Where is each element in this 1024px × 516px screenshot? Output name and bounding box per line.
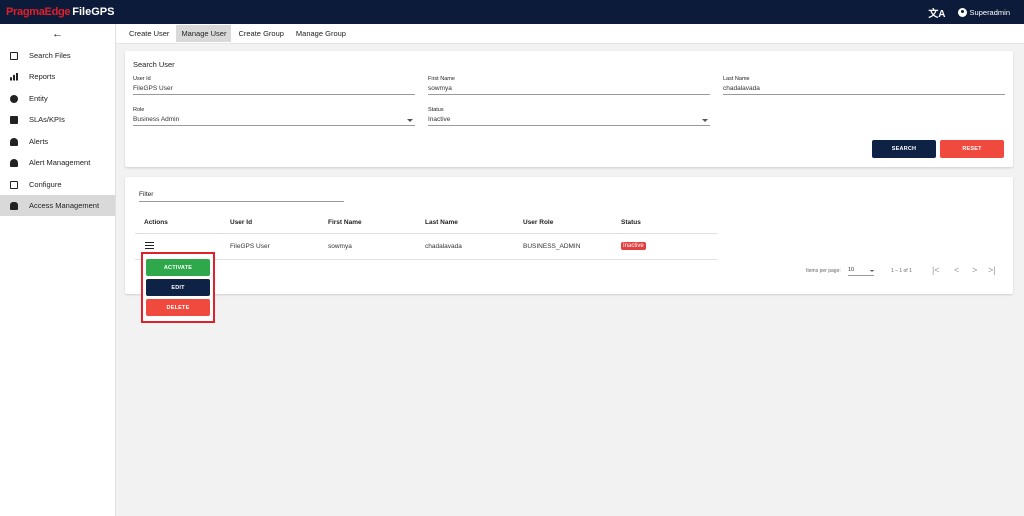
first-name-label: First Name	[428, 76, 455, 82]
sidebar-item-label: Alert Management	[29, 158, 91, 167]
back-arrow-icon[interactable]: ←	[52, 28, 63, 40]
sidebar-item-label: SLAs/KPIs	[29, 115, 65, 124]
page-range-label: 1 – 1 of 1	[891, 268, 912, 274]
account-circle-icon	[957, 7, 967, 17]
tab-manage-user[interactable]: Manage User	[176, 25, 232, 42]
delete-button[interactable]: DELETE	[146, 299, 210, 316]
last-name-field[interactable]: Last Name chadalavada	[723, 76, 1005, 95]
sidebar-item-reports[interactable]: Reports	[0, 66, 115, 87]
cell-first-name: sowmya	[328, 243, 352, 250]
column-header-first-name[interactable]: First Name	[328, 219, 362, 226]
edit-button[interactable]: EDIT	[146, 279, 210, 296]
sidebar-item-search-files[interactable]: Search Files	[0, 45, 115, 66]
tab-create-user[interactable]: Create User	[124, 25, 174, 42]
sidebar-item-alerts[interactable]: Alerts	[0, 131, 115, 152]
translate-icon[interactable]: 文A	[928, 5, 945, 20]
sidebar-item-alert-management[interactable]: Alert Management	[0, 152, 115, 173]
tab-manage-group[interactable]: Manage Group	[291, 25, 351, 42]
last-name-value: chadalavada	[723, 85, 760, 92]
user-id-field[interactable]: User Id FileGPS User	[133, 76, 415, 95]
sidebar-item-configure[interactable]: Configure	[0, 174, 115, 195]
bell-icon	[10, 158, 18, 167]
last-page-icon[interactable]: >|	[988, 265, 996, 275]
sidebar-item-label: Reports	[29, 72, 56, 81]
status-label: Status	[428, 107, 444, 113]
hamburger-menu-icon[interactable]	[145, 242, 154, 249]
status-badge: Inactive	[621, 242, 646, 250]
tab-bar: Create User Manage User Create Group Man…	[116, 24, 1024, 44]
column-header-actions: Actions	[144, 219, 168, 226]
user-name: Superadmin	[969, 7, 1010, 17]
header-divider	[135, 233, 718, 234]
sidebar-item-label: Entity	[29, 94, 48, 103]
user-id-label: User Id	[133, 76, 151, 82]
chevron-down-icon	[870, 270, 874, 272]
chevron-down-icon	[407, 119, 413, 122]
items-per-page-label: Items per page:	[806, 268, 841, 274]
filter-label: Filter	[139, 191, 154, 198]
sidebar-item-label: Alerts	[29, 137, 49, 146]
page-size-value: 10	[848, 267, 855, 273]
brand-name-red: PragmaEdge	[6, 6, 71, 18]
last-name-label: Last Name	[723, 76, 750, 82]
search-user-card: Search User User Id FileGPS User First N…	[125, 51, 1013, 167]
previous-page-icon[interactable]: <	[954, 265, 959, 275]
sidebar-item-access-management[interactable]: Access Management	[0, 195, 115, 216]
user-menu[interactable]: Superadmin	[957, 7, 1010, 17]
brand-logo[interactable]: PragmaEdge FileGPS	[0, 6, 114, 18]
role-value: Business Admin	[133, 116, 180, 123]
row-action-menu: ACTIVATE EDIT DELETE	[141, 252, 215, 323]
sidebar-item-label: Search Files	[29, 51, 71, 60]
cell-user-role: BUSINESS_ADMIN	[523, 243, 581, 250]
search-button[interactable]: SEARCH	[872, 140, 936, 158]
bar-chart-icon	[10, 72, 18, 81]
people-icon	[10, 201, 18, 210]
role-select[interactable]: Role Business Admin	[133, 107, 415, 126]
column-header-user-role[interactable]: User Role	[523, 219, 553, 226]
status-value: Inactive	[428, 116, 451, 123]
brand-name-white: FileGPS	[72, 6, 115, 18]
cell-user-id: FileGPS User	[230, 243, 270, 250]
config-icon	[10, 180, 18, 189]
user-id-value: FileGPS User	[133, 85, 173, 92]
top-bar: PragmaEdge FileGPS 文A Superadmin	[0, 0, 1024, 24]
sidebar-item-label: Configure	[29, 180, 62, 189]
column-header-user-id[interactable]: User Id	[230, 219, 252, 226]
column-header-status[interactable]: Status	[621, 219, 641, 226]
entity-icon	[10, 94, 18, 103]
sidebar-item-label: Access Management	[29, 201, 100, 210]
column-header-last-name[interactable]: Last Name	[425, 219, 458, 226]
reset-button[interactable]: RESET	[940, 140, 1004, 158]
bell-icon	[10, 137, 18, 146]
tab-create-group[interactable]: Create Group	[233, 25, 288, 42]
status-select[interactable]: Status Inactive	[428, 107, 710, 126]
document-icon	[10, 115, 18, 124]
chevron-down-icon	[702, 119, 708, 122]
first-name-value: sowmya	[428, 85, 452, 92]
sidebar-item-entity[interactable]: Entity	[0, 88, 115, 109]
row-divider	[135, 259, 718, 260]
role-label: Role	[133, 107, 145, 113]
next-page-icon[interactable]: >	[972, 265, 977, 275]
first-name-field[interactable]: First Name sowmya	[428, 76, 710, 95]
filter-input[interactable]: Filter	[139, 189, 344, 202]
first-page-icon[interactable]: |<	[932, 265, 940, 275]
page-size-select[interactable]: 10	[848, 267, 874, 276]
search-card-title: Search User	[133, 60, 175, 69]
file-icon	[10, 51, 18, 60]
activate-button[interactable]: ACTIVATE	[146, 259, 210, 276]
users-table-card: Filter Actions User Id First Name Last N…	[125, 177, 1013, 294]
cell-last-name: chadalavada	[425, 243, 462, 250]
sidebar-item-slas-kpis[interactable]: SLAs/KPIs	[0, 109, 115, 130]
sidebar: ← Search Files Reports Entity SLAs/KPIs …	[0, 24, 116, 516]
